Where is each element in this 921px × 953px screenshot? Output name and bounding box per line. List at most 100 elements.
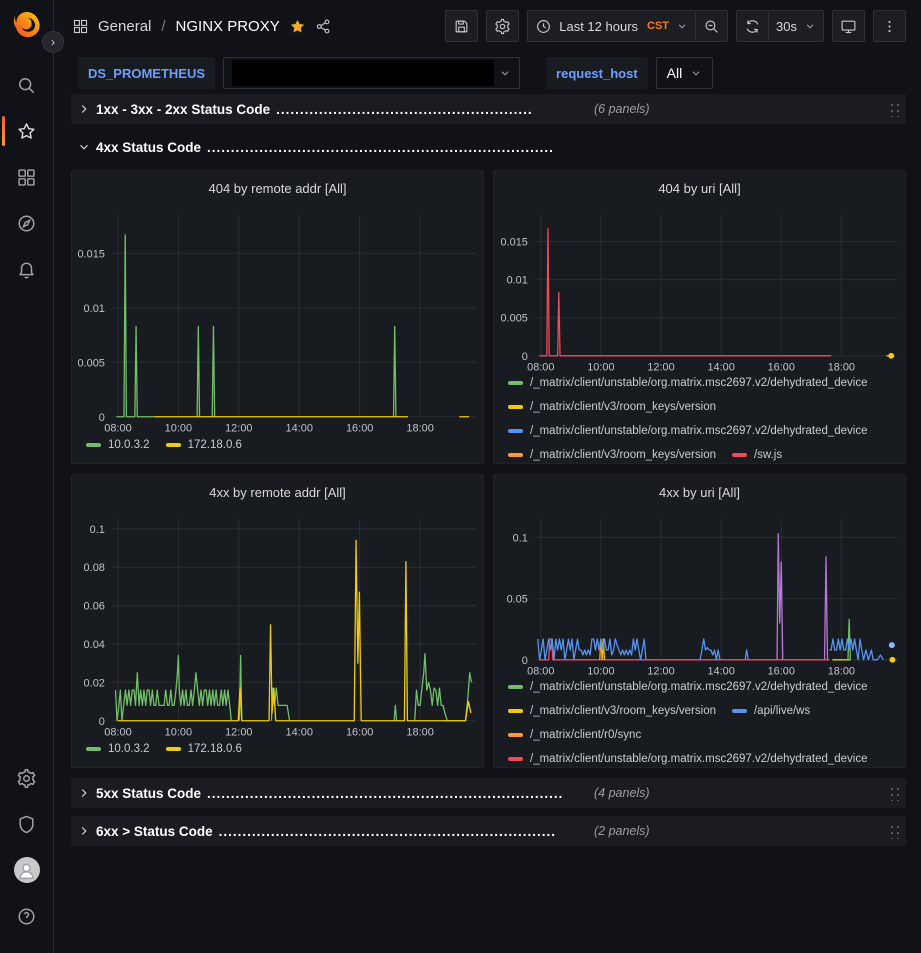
- bell-icon: [16, 259, 37, 280]
- shield-icon: [16, 814, 37, 835]
- grafana-app: ›: [0, 0, 921, 953]
- zoom-out-button[interactable]: [696, 10, 728, 42]
- row-title: 4xx Status Code: [96, 140, 201, 155]
- row-title-dots: ........................................…: [207, 140, 582, 155]
- legend-item[interactable]: /sw.js: [732, 448, 782, 463]
- svg-text:0.01: 0.01: [84, 303, 105, 315]
- dashboard-settings-button[interactable]: [486, 10, 519, 42]
- svg-text:10:00: 10:00: [587, 666, 614, 678]
- kebab-menu-button[interactable]: [873, 10, 906, 42]
- search-icon: [16, 75, 37, 96]
- svg-text:12:00: 12:00: [225, 727, 252, 739]
- help-icon: [16, 906, 37, 927]
- time-picker-group: Last 12 hours CST: [527, 10, 728, 42]
- time-range-picker[interactable]: Last 12 hours CST: [527, 10, 696, 42]
- chevron-down-icon: [690, 67, 702, 79]
- variables-submenu: DS_PROMETHEUS request_host All: [54, 52, 921, 94]
- dashboard-body: 1xx - 3xx - 2xx Status Code.............…: [54, 94, 921, 953]
- row-drag-handle[interactable]: [888, 823, 900, 839]
- share-icon[interactable]: [315, 18, 332, 35]
- sidebar-item-search[interactable]: [0, 62, 54, 108]
- legend-item[interactable]: /_matrix/client/unstable/org.matrix.msc2…: [508, 680, 868, 695]
- legend-item[interactable]: 172.18.0.6: [166, 437, 242, 452]
- row-panel-count: (4 panels): [594, 786, 650, 800]
- legend-series-label: /_matrix/client/unstable/org.matrix.msc2…: [530, 377, 868, 389]
- timeseries-chart[interactable]: 08:0010:0012:0014:0016:0018:0000.020.040…: [72, 509, 483, 741]
- favorite-star-icon[interactable]: [289, 18, 306, 35]
- sidebar-expand-button[interactable]: ›: [42, 31, 64, 53]
- sidebar-item-configuration[interactable]: [0, 755, 54, 801]
- row-drag-handle[interactable]: [888, 785, 900, 801]
- row-6xx[interactable]: 6xx > Status Code.......................…: [71, 816, 906, 846]
- main-area: General / NGINX PROXY Last 12 hours C: [54, 0, 921, 953]
- apps-grid-icon[interactable]: [72, 18, 89, 35]
- variable-label-ds-prometheus[interactable]: DS_PROMETHEUS: [78, 57, 215, 89]
- svg-text:16:00: 16:00: [768, 362, 795, 374]
- refresh-icon: [744, 18, 761, 35]
- legend-series-label: /_matrix/client/v3/room_keys/version: [530, 449, 716, 461]
- sidebar-item-help[interactable]: [0, 893, 54, 939]
- timeseries-chart[interactable]: 08:0010:0012:0014:0016:0018:0000.0050.01…: [72, 205, 483, 437]
- legend-item[interactable]: /_matrix/client/v3/room_keys/version: [508, 448, 716, 463]
- refresh-interval-dropdown[interactable]: 30s: [769, 10, 824, 42]
- timeseries-chart[interactable]: 08:0010:0012:0014:0016:0018:0000.050.1: [494, 509, 905, 680]
- timeseries-chart[interactable]: 08:0010:0012:0014:0016:0018:0000.0050.01…: [494, 205, 905, 376]
- row-5xx[interactable]: 5xx Status Code.........................…: [71, 778, 906, 808]
- legend-series-label: /_matrix/client/unstable/org.matrix.msc2…: [530, 425, 868, 437]
- legend-item[interactable]: /_matrix/client/unstable/org.matrix.msc2…: [508, 376, 868, 391]
- legend-item[interactable]: /_matrix/client/unstable/org.matrix.msc2…: [508, 424, 868, 439]
- row-drag-handle[interactable]: [888, 101, 900, 117]
- panel-legend: /_matrix/client/unstable/org.matrix.msc2…: [494, 376, 905, 463]
- row-title-dots: ........................................…: [276, 102, 582, 117]
- panel-legend: /_matrix/client/unstable/org.matrix.msc2…: [494, 680, 905, 767]
- panel-title[interactable]: 404 by remote addr [All]: [72, 171, 483, 205]
- legend-item[interactable]: /api/live/ws: [732, 704, 810, 719]
- legend-item[interactable]: /_matrix/client/unstable/org.matrix.msc2…: [508, 752, 868, 767]
- svg-text:08:00: 08:00: [527, 666, 554, 678]
- svg-text:0: 0: [99, 412, 105, 424]
- legend-item[interactable]: 172.18.0.6: [166, 741, 242, 756]
- legend-item[interactable]: 10.0.3.2: [86, 437, 150, 452]
- svg-text:0: 0: [99, 716, 105, 728]
- refresh-button[interactable]: [736, 10, 769, 42]
- variable-dropdown-ds-prometheus[interactable]: [223, 57, 520, 89]
- legend-item[interactable]: /_matrix/client/v3/room_keys/version: [508, 704, 716, 719]
- redacted-value: [232, 60, 494, 86]
- row-1xx-3xx-2xx[interactable]: 1xx - 3xx - 2xx Status Code.............…: [71, 94, 906, 124]
- monitor-icon: [840, 18, 857, 35]
- legend-series-label: /sw.js: [754, 449, 782, 461]
- row-4xx[interactable]: 4xx Status Code.........................…: [71, 132, 906, 162]
- cycle-view-mode-button[interactable]: [832, 10, 865, 42]
- sidebar-item-explore[interactable]: [0, 200, 54, 246]
- svg-text:18:00: 18:00: [828, 362, 855, 374]
- legend-series-label: /_matrix/client/unstable/org.matrix.msc2…: [530, 681, 868, 693]
- sidebar-item-starred[interactable]: [0, 108, 54, 154]
- svg-text:16:00: 16:00: [768, 666, 795, 678]
- grafana-logo-icon[interactable]: [12, 10, 42, 40]
- panel-title[interactable]: 404 by uri [All]: [494, 171, 905, 205]
- legend-series-swatch: [86, 747, 101, 751]
- sidebar-item-dashboards[interactable]: [0, 154, 54, 200]
- panel-title[interactable]: 4xx by remote addr [All]: [72, 475, 483, 509]
- save-dashboard-button[interactable]: [445, 10, 478, 42]
- sidebar-item-server-admin[interactable]: [0, 801, 54, 847]
- panel-404-by-remote-addr: 404 by remote addr [All] 08:0010:0012:00…: [71, 170, 484, 464]
- breadcrumb-section[interactable]: General: [98, 18, 151, 35]
- svg-text:14:00: 14:00: [707, 362, 734, 374]
- legend-item[interactable]: /_matrix/client/r0/sync: [508, 728, 641, 743]
- legend-series-label: 10.0.3.2: [108, 743, 150, 755]
- zoom-out-icon: [703, 18, 720, 35]
- panel-404-by-uri: 404 by uri [All] 08:0010:0012:0014:0016:…: [493, 170, 906, 464]
- sidebar-item-profile[interactable]: [0, 847, 54, 893]
- svg-text:18:00: 18:00: [406, 423, 433, 435]
- legend-item[interactable]: /_matrix/client/v3/room_keys/version: [508, 400, 716, 415]
- dashboard-title[interactable]: NGINX PROXY: [176, 18, 280, 35]
- variable-dropdown-request-host[interactable]: All: [656, 57, 714, 89]
- panel-title[interactable]: 4xx by uri [All]: [494, 475, 905, 509]
- variable-label-request-host[interactable]: request_host: [546, 57, 648, 89]
- row-title: 1xx - 3xx - 2xx Status Code: [96, 102, 270, 117]
- svg-text:0.01: 0.01: [507, 275, 528, 287]
- sidebar-item-alerting[interactable]: [0, 246, 54, 292]
- legend-item[interactable]: 10.0.3.2: [86, 741, 150, 756]
- svg-text:0.005: 0.005: [501, 313, 528, 325]
